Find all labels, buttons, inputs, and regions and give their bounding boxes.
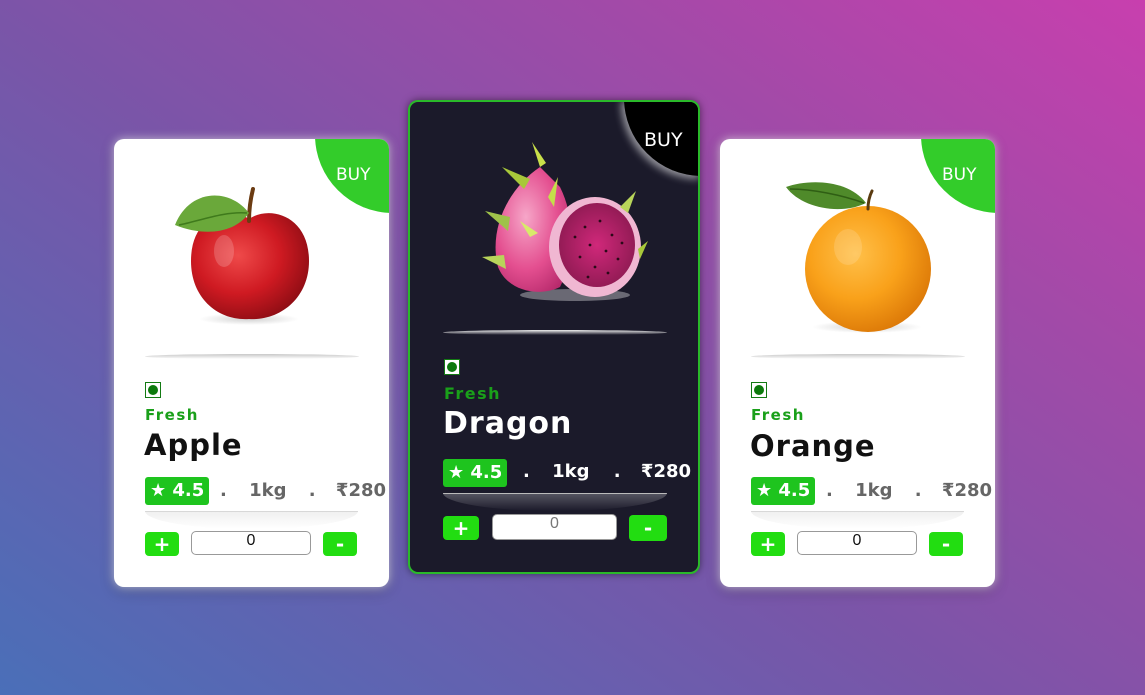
decrement-button[interactable]: -	[323, 532, 357, 556]
quantity-input[interactable]: 0	[797, 531, 917, 555]
product-meta: . 1kg . ₹280	[826, 477, 992, 505]
product-card-apple: BUY Fresh Apple ★ 4.5 . 1kg . ₹280 + 0 -	[114, 139, 389, 587]
meta-separator: .	[826, 480, 833, 501]
image-shelf	[145, 354, 359, 359]
product-weight: 1kg	[249, 480, 287, 501]
meta-separator: .	[220, 480, 227, 501]
rating-badge: ★ 4.5	[145, 477, 210, 505]
fresh-label: Fresh	[751, 406, 805, 424]
product-card-dragon: BUY Fresh Dragon ★ 4.5 . 1kg . ₹280 + 0 …	[408, 100, 700, 574]
product-name: Orange	[750, 429, 876, 463]
increment-button[interactable]: +	[443, 516, 479, 540]
fresh-label: Fresh	[145, 406, 199, 424]
veg-indicator-icon	[444, 359, 460, 375]
product-meta: . 1kg . ₹280	[523, 458, 691, 486]
meta-separator: .	[613, 461, 621, 482]
divider	[443, 493, 667, 511]
buy-button[interactable]: BUY	[315, 139, 389, 213]
product-weight: 1kg	[552, 461, 590, 482]
dragon-fruit-image	[482, 142, 648, 301]
meta-separator: .	[308, 480, 316, 501]
apple-image	[175, 187, 309, 325]
increment-button[interactable]: +	[751, 532, 785, 556]
quantity-input[interactable]: 0	[492, 514, 617, 540]
decrement-button[interactable]: -	[929, 532, 963, 556]
meta-separator: .	[914, 480, 922, 501]
divider	[751, 511, 964, 529]
fresh-label: Fresh	[444, 384, 502, 403]
rating-badge: ★ 4.5	[751, 477, 816, 505]
divider	[145, 511, 358, 529]
rating-badge: ★ 4.5	[443, 459, 508, 487]
veg-indicator-icon	[751, 382, 767, 398]
product-price: ₹280	[640, 461, 692, 482]
meta-separator: .	[523, 461, 530, 482]
orange-image	[786, 182, 931, 333]
product-name: Apple	[144, 428, 243, 462]
image-shelf	[751, 354, 965, 359]
image-shelf	[443, 330, 667, 335]
quantity-input[interactable]: 0	[191, 531, 311, 555]
decrement-button[interactable]: -	[629, 515, 667, 541]
product-card-orange: BUY Fresh Orange ★ 4.5 . 1kg . ₹280 + 0 …	[720, 139, 995, 587]
product-price: ₹280	[941, 480, 993, 501]
increment-button[interactable]: +	[145, 532, 179, 556]
product-price: ₹280	[335, 480, 387, 501]
product-meta: . 1kg . ₹280	[220, 477, 386, 505]
veg-indicator-icon	[145, 382, 161, 398]
product-name: Dragon	[443, 406, 573, 441]
product-weight: 1kg	[855, 480, 893, 501]
